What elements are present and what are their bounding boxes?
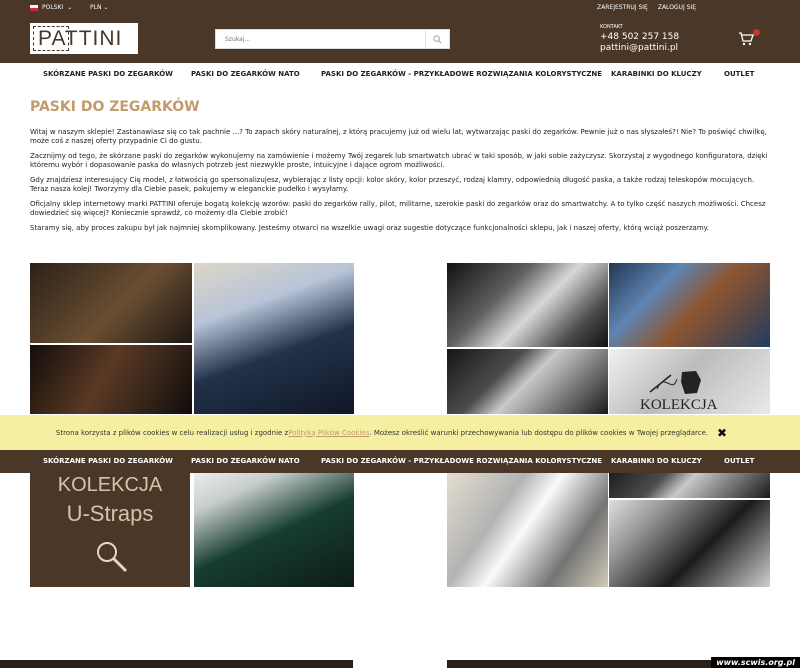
page-title: PASKI DO ZEGARKÓW [30, 99, 200, 115]
product-image-black-strap[interactable] [30, 263, 192, 343]
logo[interactable]: PATTINI [30, 23, 138, 54]
collection-tile-u-straps[interactable]: KOLEKCJA U-Straps [30, 462, 190, 587]
currency-selector[interactable]: PLN ⌄ [90, 4, 108, 11]
intro-paragraph: Staramy się, aby proces zakupu był jak n… [30, 224, 710, 232]
login-link[interactable]: ZALOGUJ SIĘ [658, 4, 696, 11]
nav-item-color-solutions[interactable]: PASKI DO ZEGARKÓW - PRZYKŁADOWE ROZWIĄZA… [321, 70, 602, 78]
main-navigation: SKÓRZANE PASKI DO ZEGARKÓW PASKI DO ZEGA… [0, 63, 800, 85]
leather-needle-icon [649, 371, 701, 394]
intro-text: Witaj w naszym sklepie! Zastanawiasz się… [30, 128, 772, 239]
search-icon [433, 34, 442, 44]
language-label: POLSKI [42, 4, 64, 11]
nav-item-leather-straps[interactable]: SKÓRZANE PASKI DO ZEGARKÓW [43, 70, 173, 78]
sticky-navigation: SKÓRZANE PASKI DO ZEGARKÓW PASKI DO ZEGA… [0, 450, 800, 473]
nav-item-leather-straps[interactable]: SKÓRZANE PASKI DO ZEGARKÓW [43, 457, 173, 465]
intro-paragraph: Gdy znajdziesz interesujący Cię model, z… [30, 176, 755, 193]
magnifier-icon [97, 542, 128, 573]
nav-item-outlet[interactable]: OUTLET [724, 457, 754, 465]
poland-flag-icon [30, 4, 38, 11]
collection-label: KOLEKCJA [57, 474, 163, 496]
language-selector[interactable]: POLSKI ⌄ [30, 4, 72, 11]
collection-name: U-Straps [66, 501, 154, 526]
nav-item-outlet[interactable]: OUTLET [724, 70, 754, 78]
nav-item-key-carabiners[interactable]: KARABINKI DO KLUCZY [611, 70, 702, 78]
intro-paragraph: Oficjalny sklep internetowy marki PATTIN… [30, 200, 766, 217]
cart-count-badge [753, 29, 760, 36]
collection-tile-right[interactable]: KOLEKCJA [609, 349, 770, 414]
next-gallery-row [0, 660, 800, 668]
watermark: www.scwis.org.pl [711, 657, 800, 668]
chevron-down-icon: ⌄ [67, 4, 73, 11]
nav-item-color-solutions[interactable]: PASKI DO ZEGARKÓW - PRZYKŁADOWE ROZWIĄZA… [321, 457, 602, 465]
product-image-watch-clasp[interactable] [447, 263, 608, 347]
product-image-black-strap-red[interactable] [447, 349, 608, 414]
search-input[interactable] [216, 30, 425, 48]
cookie-text-after: . Możesz określić warunki przechowywania… [369, 428, 709, 437]
product-image-navy-strap[interactable] [194, 263, 354, 414]
product-image-steel-buckle[interactable] [447, 462, 608, 587]
register-link[interactable]: ZAREJESTRUJ SIĘ [597, 4, 648, 11]
logo-frame [33, 26, 69, 51]
product-image-rivet-strap[interactable] [609, 500, 770, 587]
cookie-text-before: Strona korzysta z plików cookies w celu … [55, 428, 289, 437]
search-button[interactable] [425, 30, 449, 48]
collection-title: KOLEKCJA [640, 397, 718, 413]
product-image-green-strap[interactable] [194, 462, 354, 587]
intro-paragraph: Zacznijmy od tego, że skórzane paski do … [30, 152, 768, 169]
contact-block: KONTAKT +48 502 257 158 pattini@pattini.… [600, 24, 679, 54]
email-address[interactable]: pattini@pattini.pl [600, 43, 679, 54]
cart-icon[interactable] [738, 32, 754, 46]
nav-item-nato-straps[interactable]: PASKI DO ZEGARKÓW NATO [191, 70, 300, 78]
phone-number[interactable]: +48 502 257 158 [600, 32, 679, 43]
search-box [215, 29, 450, 49]
product-image-brown-strap-blue[interactable] [609, 263, 770, 347]
intro-paragraph: Witaj w naszym sklepie! Zastanawiasz się… [30, 128, 767, 145]
cookie-policy-link[interactable]: Polityką Plików Cookies [288, 429, 369, 437]
top-header: POLSKI ⌄ PLN ⌄ ZAREJESTRUJ SIĘ ZALOGUJ S… [0, 0, 800, 63]
currency-label: PLN [90, 4, 102, 11]
cookie-banner: Strona korzysta z plików cookies w celu … [0, 415, 800, 450]
chevron-down-icon: ⌄ [103, 4, 109, 11]
nav-item-key-carabiners[interactable]: KARABINKI DO KLUCZY [611, 457, 702, 465]
contact-label: KONTAKT [600, 24, 623, 30]
product-image-brown-strap[interactable] [30, 345, 192, 414]
nav-item-nato-straps[interactable]: PASKI DO ZEGARKÓW NATO [191, 457, 300, 465]
close-icon[interactable]: ✖ [717, 426, 727, 440]
account-links: ZAREJESTRUJ SIĘ ZALOGUJ SIĘ [597, 4, 696, 11]
